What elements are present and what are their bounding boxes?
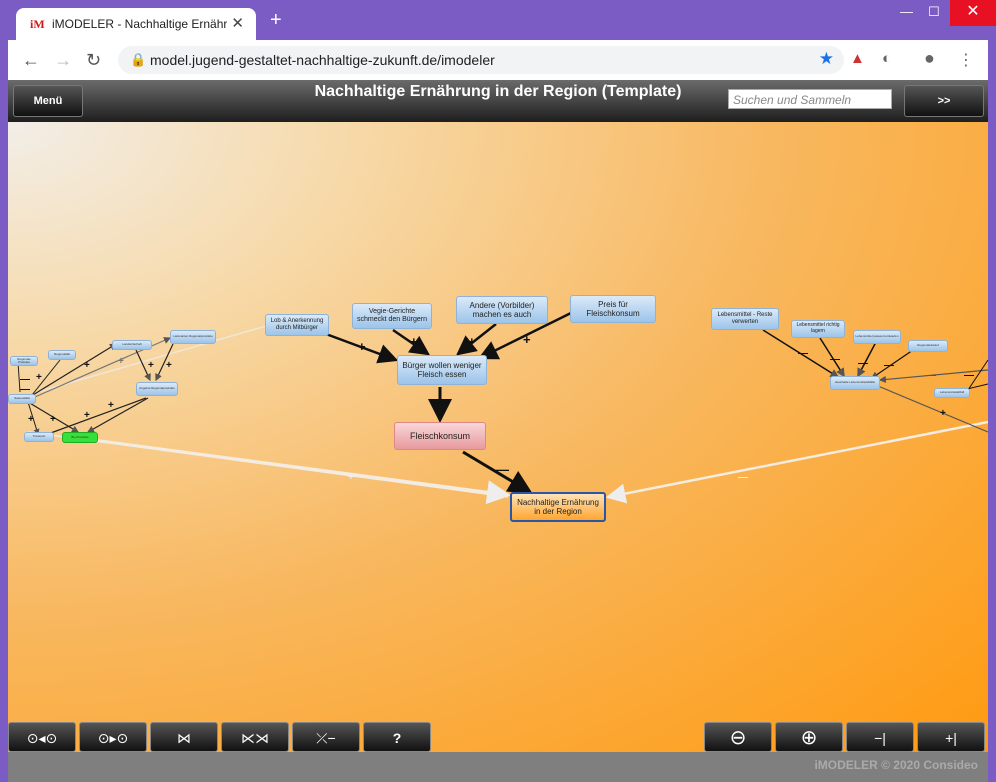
tool-reduce-button[interactable]: ⤫− bbox=[292, 722, 360, 752]
node-left-3[interactable]: Regionale Produkte bbox=[10, 356, 38, 366]
node-left-4[interactable]: Saisonalität bbox=[8, 394, 36, 404]
node-lieferanten[interactable]: Lieferanten Regionalprodukte bbox=[170, 330, 216, 344]
new-tab-icon[interactable]: + bbox=[270, 10, 282, 30]
depth-less-button[interactable]: −| bbox=[846, 722, 914, 752]
node-left-1[interactable]: Landwirtschaft bbox=[112, 340, 152, 350]
sign-minus: — bbox=[738, 472, 748, 483]
forward-icon[interactable]: → bbox=[54, 50, 72, 71]
sign-plus: + bbox=[410, 334, 418, 349]
link-andere-buerger bbox=[456, 323, 497, 356]
tab-strip: iM iMODELER - Nachhaltige Ernähru ✕ + — … bbox=[0, 0, 996, 40]
node-left-green[interactable]: Bio-Produkte bbox=[62, 432, 98, 443]
node-left-2[interactable]: Regionalität bbox=[48, 350, 76, 360]
node-lob[interactable]: Lob & Anerkennung durch Mitbürger bbox=[265, 314, 329, 336]
browser-window: iM iMODELER - Nachhaltige Ernähru ✕ + — … bbox=[0, 0, 996, 782]
sign-plus: + bbox=[358, 339, 366, 354]
expand-panel-button[interactable]: >> bbox=[904, 85, 984, 117]
sign-plus: + bbox=[84, 410, 90, 421]
node-regionaleinkauf[interactable]: Regionaleinkauf bbox=[908, 340, 948, 352]
connection-lines bbox=[17, 310, 988, 505]
sign-plus: + bbox=[523, 332, 531, 347]
tab-close-icon[interactable]: ✕ bbox=[231, 14, 244, 32]
url-text[interactable]: model.jugend-gestaltet-nachhaltige-zukun… bbox=[150, 52, 495, 68]
node-lebensmittel-lagern[interactable]: Lebensmittel richtig lagern bbox=[791, 320, 845, 338]
node-fleischkonsum[interactable]: Fleischkonsum bbox=[394, 422, 486, 450]
sign-plus: + bbox=[436, 396, 444, 411]
node-left-5[interactable]: Transport bbox=[24, 432, 54, 442]
sign-minus: — bbox=[858, 358, 868, 369]
node-preis[interactable]: Preis für Fleischkonsum bbox=[570, 295, 656, 323]
sign-plus: + bbox=[36, 372, 42, 383]
sign-minus: — bbox=[926, 370, 936, 381]
menu-button[interactable]: Menü bbox=[13, 85, 83, 117]
minimize-icon[interactable]: — bbox=[900, 4, 913, 19]
node-vegie[interactable]: Vegie-Gerichte schmeckt den Bürgern bbox=[352, 303, 432, 329]
imodeler-favicon-icon: iM bbox=[30, 17, 45, 31]
help-button[interactable]: ? bbox=[363, 722, 431, 752]
reload-icon[interactable]: ↻ bbox=[86, 50, 101, 71]
node-haushalte[interactable]: Haushalte Lebensmittelabfälle bbox=[830, 376, 880, 390]
model-canvas[interactable]: Nachhaltige Ernährung in der Region Flei… bbox=[8, 122, 988, 752]
sign-plus: + bbox=[84, 360, 90, 371]
sign-plus: + bbox=[118, 356, 124, 367]
bookmark-star-icon[interactable]: ★ bbox=[819, 49, 834, 69]
node-andere[interactable]: Andere (Vorbilder) machen es auch bbox=[456, 296, 548, 324]
app-header: Menü Nachhaltige Ernährung in der Region… bbox=[8, 80, 988, 122]
kebab-menu-icon[interactable]: ⋮ bbox=[958, 50, 974, 70]
sign-plus: + bbox=[348, 472, 354, 483]
node-target[interactable]: Nachhaltige Ernährung in der Region bbox=[510, 492, 606, 522]
model-title: Nachhaltige Ernährung in der Region (Tem… bbox=[314, 83, 682, 100]
sign-plus: + bbox=[148, 360, 154, 371]
browser-toolbar: ← → ↻ 🔒 model.jugend-gestaltet-nachhalti… bbox=[8, 40, 988, 80]
sign-plus: + bbox=[468, 334, 476, 349]
tool-tree-button[interactable]: ⋉⋊ bbox=[221, 722, 289, 752]
node-lebensmittel-passend[interactable]: Lebensmittel passend einkaufen bbox=[853, 330, 901, 344]
sign-minus: — bbox=[884, 360, 894, 371]
pdf-extension-icon[interactable]: ▲ bbox=[850, 50, 865, 67]
search-input[interactable]: Suchen und Sammeln bbox=[728, 89, 892, 109]
sign-minus: — bbox=[830, 354, 840, 365]
sign-plus: + bbox=[28, 414, 34, 425]
sign-plus: + bbox=[166, 360, 172, 371]
sign-minus: — bbox=[20, 384, 30, 395]
node-angebot[interactable]: Angebot Regionalprodukte bbox=[136, 382, 178, 396]
status-bar: iMODELER © 2020 Consideo bbox=[8, 752, 988, 782]
link-right-target bbox=[605, 420, 988, 504]
depth-more-button[interactable]: +| bbox=[917, 722, 985, 752]
zoom-out-button[interactable]: ⊖ bbox=[704, 722, 772, 752]
sign-plus: + bbox=[50, 414, 56, 425]
address-bar[interactable]: 🔒 model.jugend-gestaltet-nachhaltige-zuk… bbox=[118, 46, 844, 74]
sign-minus: — bbox=[798, 348, 808, 359]
sign-minus: — bbox=[964, 370, 974, 381]
tab-title: iMODELER - Nachhaltige Ernähru bbox=[52, 17, 227, 31]
tool-network-button[interactable]: ⋈ bbox=[150, 722, 218, 752]
tool-forward-button[interactable]: ⊙▸⊙ bbox=[79, 722, 147, 752]
sign-minus: — bbox=[496, 462, 509, 477]
browser-tab[interactable]: iM iMODELER - Nachhaltige Ernähru ✕ bbox=[16, 8, 256, 40]
tool-back-button[interactable]: ⊙◂⊙ bbox=[8, 722, 76, 752]
node-lebensmittel-reste[interactable]: Lebensmittel - Reste verwerten bbox=[711, 308, 779, 330]
zoom-in-button[interactable]: ⊕ bbox=[775, 722, 843, 752]
extension-icon[interactable]: ◐ bbox=[882, 50, 891, 67]
sign-plus: + bbox=[108, 400, 114, 411]
lock-icon: 🔒 bbox=[130, 52, 147, 67]
maximize-icon[interactable]: ☐ bbox=[928, 4, 940, 20]
window-close-button[interactable]: ✕ bbox=[950, 0, 996, 26]
sign-plus: + bbox=[940, 408, 946, 419]
node-abfall[interactable]: Lebensmittelabfall bbox=[934, 388, 970, 398]
copyright-text: iMODELER © 2020 Consideo bbox=[814, 758, 978, 772]
node-buerger[interactable]: Bürger wollen weniger Fleisch essen bbox=[397, 355, 487, 385]
back-icon[interactable]: ← bbox=[22, 50, 40, 71]
profile-icon[interactable]: ● bbox=[924, 48, 935, 69]
